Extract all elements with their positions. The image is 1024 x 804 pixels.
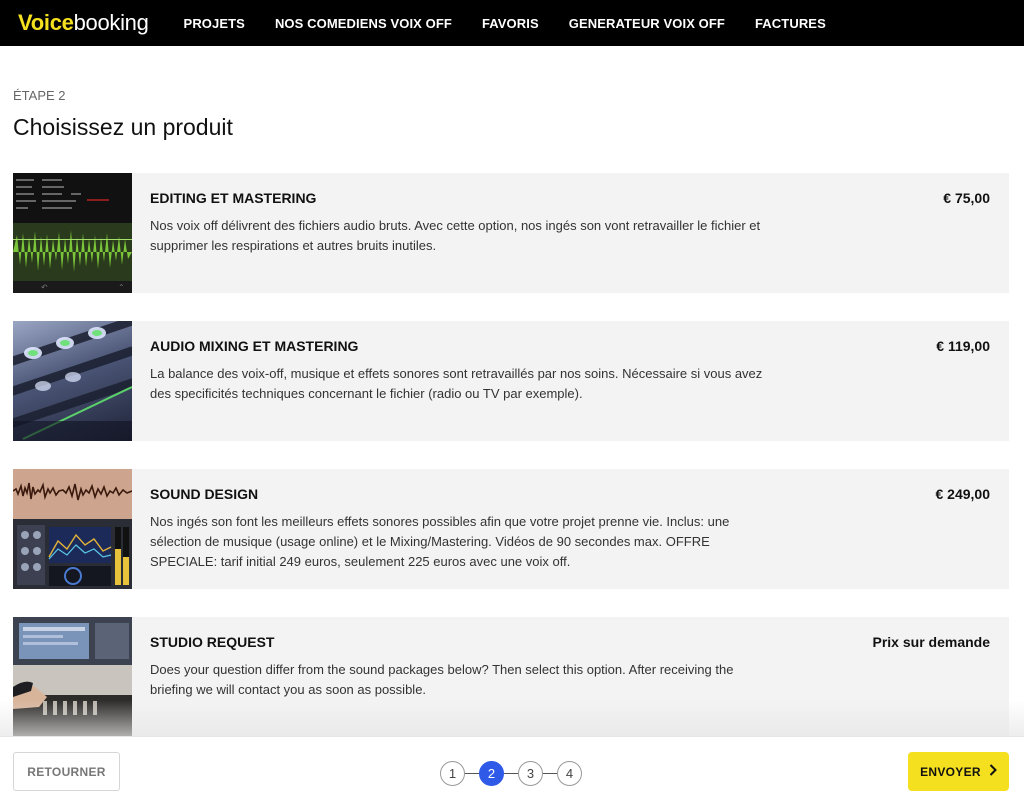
product-description: Does your question differ from the sound… <box>150 662 734 697</box>
product-price: € 119,00 <box>936 338 990 354</box>
step-indicator: 1 2 3 4 <box>440 761 582 786</box>
step-2-active[interactable]: 2 <box>479 761 504 786</box>
product-details: AUDIO MIXING ET MASTERING La balance des… <box>132 321 1009 441</box>
step-1[interactable]: 1 <box>440 761 465 786</box>
send-button[interactable]: ENVOYER <box>908 752 1009 791</box>
step-3[interactable]: 3 <box>518 761 543 786</box>
logo-booking-text: booking <box>73 10 149 35</box>
step-label: ÉTAPE 2 <box>13 88 66 103</box>
nav-generateur-voix-off[interactable]: GENERATEUR VOIX OFF <box>569 16 725 31</box>
svg-text:⌃: ⌃ <box>118 283 125 292</box>
product-title: AUDIO MIXING ET MASTERING <box>150 338 359 354</box>
svg-text:↶: ↶ <box>40 283 48 292</box>
product-details: SOUND DESIGN Nos ingés son font les meil… <box>132 469 1009 589</box>
logo-voice-text: Voice <box>18 10 74 35</box>
nav-factures[interactable]: FACTURES <box>755 16 826 31</box>
product-title: EDITING ET MASTERING <box>150 190 317 206</box>
top-navigation-bar: Voicebooking PROJETS NOS COMEDIENS VOIX … <box>0 0 1024 46</box>
product-list: ↶ ⌃ EDITING ET MASTERING Nos voix off dé… <box>13 173 1009 765</box>
step-connector <box>504 773 518 774</box>
mixing-console-image <box>13 321 132 441</box>
product-details: EDITING ET MASTERING Nos voix off délivr… <box>132 173 1009 293</box>
back-button[interactable]: RETOURNER <box>13 752 120 791</box>
product-price: Prix sur demande <box>872 634 991 650</box>
scroll-fade-overlay <box>0 700 1024 736</box>
product-description: Nos ingés son font les meilleurs effets … <box>150 514 730 569</box>
nav-favoris[interactable]: FAVORIS <box>482 16 539 31</box>
step-connector <box>465 773 479 774</box>
voicebooking-logo[interactable]: Voicebooking <box>18 12 149 34</box>
step-connector <box>543 773 557 774</box>
product-card-editing-mastering[interactable]: ↶ ⌃ EDITING ET MASTERING Nos voix off dé… <box>13 173 1009 293</box>
product-title: SOUND DESIGN <box>150 486 259 502</box>
product-card-sound-design[interactable]: SOUND DESIGN Nos ingés son font les meil… <box>13 469 1009 589</box>
waveform-editor-image: ↶ ⌃ <box>13 173 132 293</box>
step-4[interactable]: 4 <box>557 761 582 786</box>
send-button-label: ENVOYER <box>920 764 981 779</box>
sound-design-plugin-image <box>13 469 132 589</box>
nav-comediens-voix-off[interactable]: NOS COMEDIENS VOIX OFF <box>275 16 452 31</box>
product-description: La balance des voix-off, musique et effe… <box>150 366 763 401</box>
page-title: Choisissez un produit <box>13 114 233 140</box>
product-description: Nos voix off délivrent des fichiers audi… <box>150 218 761 253</box>
bottom-action-bar: RETOURNER 1 2 3 4 ENVOYER <box>0 736 1024 804</box>
product-card-audio-mixing-mastering[interactable]: AUDIO MIXING ET MASTERING La balance des… <box>13 321 1009 441</box>
product-price: € 75,00 <box>943 190 990 206</box>
chevron-right-icon <box>989 764 997 779</box>
nav-projets[interactable]: PROJETS <box>184 16 245 31</box>
main-nav: PROJETS NOS COMEDIENS VOIX OFF FAVORIS G… <box>184 16 856 31</box>
product-price: € 249,00 <box>935 486 991 502</box>
